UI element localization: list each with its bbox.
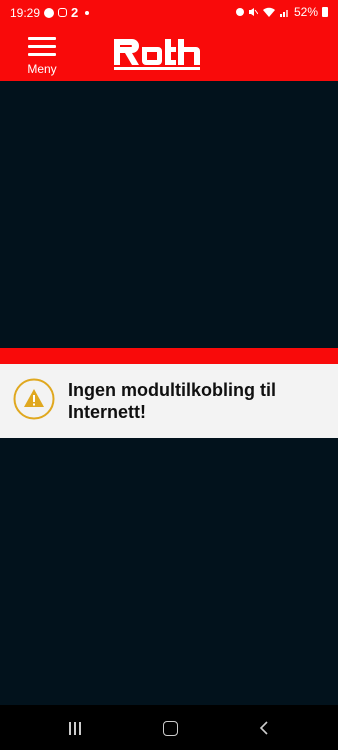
alarm-icon bbox=[235, 8, 244, 16]
menu-label: Meny bbox=[27, 62, 57, 76]
messenger-icon bbox=[44, 7, 55, 18]
back-icon bbox=[259, 721, 268, 735]
home-button[interactable] bbox=[140, 705, 200, 750]
alert-box: Ingen modultilkobling til Internett! bbox=[0, 364, 338, 438]
battery-percent: 52% bbox=[293, 5, 318, 19]
alert-stripe bbox=[0, 348, 338, 364]
app-header: Meny bbox=[0, 25, 338, 81]
status-bar: 19:29 2 52% bbox=[0, 0, 338, 25]
alert-banner: Ingen modultilkobling til Internett! bbox=[0, 348, 338, 438]
instagram-icon bbox=[58, 8, 68, 17]
menu-button[interactable]: Meny bbox=[20, 33, 64, 77]
roth-logo bbox=[114, 39, 200, 70]
alert-message: Ingen modultilkobling til Internett! bbox=[68, 380, 276, 422]
warning-icon bbox=[13, 378, 55, 420]
mute-icon bbox=[248, 8, 258, 16]
status-left: 19:29 2 bbox=[10, 5, 90, 20]
status-right: 52% bbox=[235, 5, 328, 19]
back-button[interactable] bbox=[235, 705, 295, 750]
app-2-icon: 2 bbox=[71, 5, 79, 20]
battery-icon bbox=[322, 7, 328, 17]
status-time: 19:29 bbox=[10, 5, 41, 20]
wifi-icon bbox=[262, 7, 275, 17]
notification-dot-icon bbox=[85, 10, 90, 15]
hamburger-icon bbox=[28, 37, 56, 57]
system-nav-bar bbox=[0, 705, 338, 750]
recent-apps-button[interactable] bbox=[45, 705, 105, 750]
signal-icon bbox=[279, 10, 288, 17]
home-icon bbox=[163, 721, 178, 736]
